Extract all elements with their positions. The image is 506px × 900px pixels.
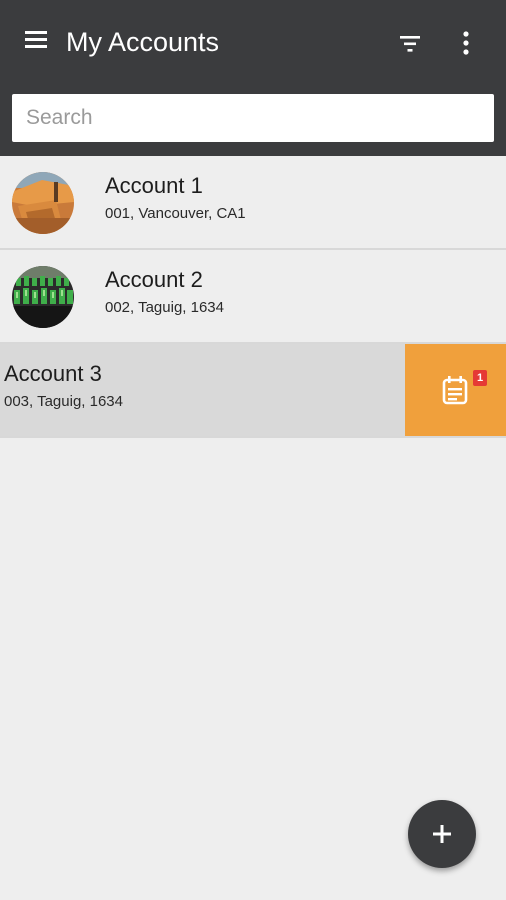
- account-name: Account 3: [4, 361, 102, 386]
- filter-icon[interactable]: [396, 30, 424, 58]
- search-input[interactable]: [12, 94, 494, 142]
- account-avatar: [12, 172, 74, 234]
- more-vertical-icon[interactable]: [452, 28, 480, 58]
- account-name: Account 2: [105, 267, 203, 292]
- account-details: 002, Taguig, 1634: [105, 299, 224, 316]
- accounts-list: Account 1 001, Vancouver, CA1 Account 2 …: [0, 156, 506, 438]
- schedule-action-button[interactable]: 1: [405, 344, 506, 436]
- add-account-button[interactable]: [408, 800, 476, 868]
- account-row[interactable]: Account 2 002, Taguig, 1634: [0, 250, 506, 344]
- calendar-icon: [442, 376, 468, 405]
- plus-icon: [433, 825, 451, 843]
- hamburger-menu-icon[interactable]: [22, 26, 50, 54]
- account-row[interactable]: Account 3 003, Taguig, 1634 1: [0, 344, 506, 438]
- notification-badge: 1: [473, 370, 487, 386]
- page-title: My Accounts: [66, 27, 220, 57]
- app-bar: My Accounts: [0, 0, 506, 156]
- account-avatar: [12, 266, 74, 328]
- account-details: 001, Vancouver, CA1: [105, 205, 246, 222]
- account-row[interactable]: Account 1 001, Vancouver, CA1: [0, 156, 506, 250]
- account-details: 003, Taguig, 1634: [4, 393, 123, 410]
- account-name: Account 1: [105, 173, 203, 198]
